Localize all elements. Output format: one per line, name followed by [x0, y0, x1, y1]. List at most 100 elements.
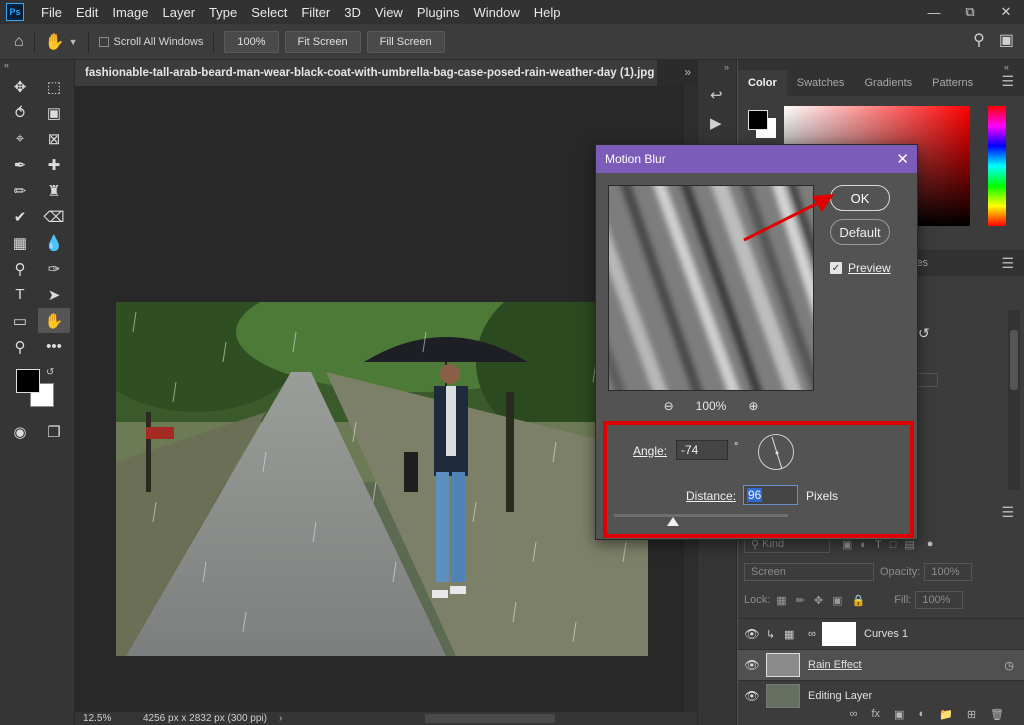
- close-window-icon[interactable]: ✕: [988, 0, 1024, 24]
- panel-menu-icon[interactable]: ☰: [1001, 504, 1014, 521]
- zoom-level[interactable]: 12.5%: [75, 713, 125, 724]
- horizontal-scrollbar[interactable]: [425, 714, 555, 723]
- menu-type[interactable]: Type: [202, 5, 244, 20]
- layer-name[interactable]: Curves 1: [864, 628, 908, 640]
- clone-stamp-tool-icon[interactable]: ♜: [38, 178, 70, 203]
- filter-preview[interactable]: [608, 185, 814, 391]
- preview-checkbox[interactable]: ✓ Preview: [830, 261, 891, 275]
- type-tool-icon[interactable]: T: [4, 282, 36, 307]
- chevron-down-icon[interactable]: ▼: [69, 37, 78, 47]
- document-tab[interactable]: fashionable-tall-arab-beard-man-wear-bla…: [75, 60, 657, 86]
- distance-input[interactable]: 96: [743, 485, 798, 505]
- menu-image[interactable]: Image: [105, 5, 155, 20]
- swap-colors-icon[interactable]: ↺: [46, 367, 54, 378]
- zoom-out-icon[interactable]: ⊖: [664, 399, 674, 413]
- more-tools-icon[interactable]: •••: [38, 334, 70, 359]
- dialog-titlebar[interactable]: Motion Blur: [596, 145, 917, 173]
- angle-input[interactable]: -74: [676, 440, 728, 460]
- status-expand-icon[interactable]: ›: [279, 713, 282, 724]
- expand-panels-icon[interactable]: »: [684, 65, 691, 79]
- distance-slider-thumb[interactable]: [667, 517, 679, 526]
- canvas-area[interactable]: [75, 86, 684, 712]
- quick-mask-icon[interactable]: ◉: [4, 419, 36, 444]
- menu-help[interactable]: Help: [527, 5, 568, 20]
- lock-icons[interactable]: ▦✏✥▣🔒: [776, 594, 874, 607]
- hue-slider[interactable]: [988, 106, 1006, 226]
- link-layers-icon[interactable]: ∞: [850, 708, 858, 720]
- properties-field[interactable]: [916, 373, 938, 387]
- menu-window[interactable]: Window: [466, 5, 526, 20]
- fill-input[interactable]: 100%: [915, 591, 964, 609]
- fx-icon[interactable]: fx: [871, 708, 880, 720]
- layer-name[interactable]: Rain Effect: [808, 659, 862, 671]
- filter-toggle-icon[interactable]: ●: [927, 538, 934, 550]
- angle-dial[interactable]: [758, 434, 794, 470]
- distance-slider-track[interactable]: [614, 514, 788, 517]
- marquee-tool-icon[interactable]: ⬚: [38, 74, 70, 99]
- collapse-strip-icon[interactable]: »: [698, 60, 736, 72]
- actions-panel-icon[interactable]: ▶: [698, 104, 736, 132]
- scroll-all-windows-checkbox[interactable]: Scroll All Windows: [98, 36, 203, 48]
- zoom-tool-icon[interactable]: ⚲: [4, 334, 36, 359]
- zoom-100-button[interactable]: 100%: [224, 30, 279, 53]
- healing-brush-tool-icon[interactable]: ✚: [38, 152, 70, 177]
- properties-scroll-thumb[interactable]: [1010, 330, 1018, 390]
- menu-edit[interactable]: Edit: [69, 5, 105, 20]
- reset-icon[interactable]: ↺: [918, 325, 930, 342]
- hand-tool-preset-icon[interactable]: ✋: [45, 32, 65, 52]
- minimize-icon[interactable]: —: [916, 0, 952, 24]
- layer-name[interactable]: Editing Layer: [808, 690, 872, 702]
- history-brush-tool-icon[interactable]: ✔: [4, 204, 36, 229]
- panel-menu-icon[interactable]: ☰: [1001, 73, 1024, 96]
- smart-filter-icon[interactable]: ◷: [1004, 659, 1014, 672]
- home-icon[interactable]: ⌂: [14, 33, 24, 51]
- group-folder-icon[interactable]: 📁: [939, 708, 953, 721]
- panel-menu-icon[interactable]: ☰: [1001, 255, 1014, 272]
- foreground-color-swatch[interactable]: [16, 369, 40, 393]
- fill-screen-button[interactable]: Fill Screen: [366, 30, 445, 53]
- collapse-panels-icon[interactable]: «: [1004, 62, 1009, 72]
- menu-view[interactable]: View: [368, 5, 410, 20]
- eye-icon[interactable]: 👁: [738, 689, 766, 703]
- workspace-icon[interactable]: ▣: [999, 30, 1014, 50]
- frame-tool-icon[interactable]: ⊠: [38, 126, 70, 151]
- adjustment-layer-icon[interactable]: ◐: [918, 708, 925, 720]
- path-selection-tool-icon[interactable]: ➤: [38, 282, 70, 307]
- tab-gradients[interactable]: Gradients: [854, 70, 922, 96]
- eyedropper-tool-icon[interactable]: ✒: [4, 152, 36, 177]
- new-layer-icon[interactable]: ⊞: [967, 708, 976, 721]
- lasso-tool-icon[interactable]: ⥀: [4, 100, 36, 125]
- dodge-tool-icon[interactable]: ⚲: [4, 256, 36, 281]
- rectangle-tool-icon[interactable]: ▭: [4, 308, 36, 333]
- menu-3d[interactable]: 3D: [337, 5, 368, 20]
- move-tool-icon[interactable]: ✥: [4, 74, 36, 99]
- brush-tool-icon[interactable]: ✏: [4, 178, 36, 203]
- menu-layer[interactable]: Layer: [156, 5, 203, 20]
- properties-scrollbar[interactable]: [1008, 310, 1020, 490]
- menu-select[interactable]: Select: [244, 5, 294, 20]
- collapse-toolbar-icon[interactable]: «: [0, 60, 74, 74]
- blur-tool-icon[interactable]: 💧: [38, 230, 70, 255]
- gradient-tool-icon[interactable]: ▦: [4, 230, 36, 255]
- search-icon[interactable]: ⚲: [973, 30, 985, 50]
- layer-row-rain-effect[interactable]: 👁 Rain Effect ◷: [738, 649, 1024, 680]
- ok-button[interactable]: OK: [830, 185, 890, 211]
- tab-swatches[interactable]: Swatches: [787, 70, 855, 96]
- zoom-in-icon[interactable]: ⊕: [748, 399, 758, 413]
- crop-tool-icon[interactable]: ⌖: [4, 126, 36, 151]
- eraser-tool-icon[interactable]: ⌫: [38, 204, 70, 229]
- trash-icon[interactable]: 🗑: [990, 708, 1004, 721]
- eye-icon[interactable]: 👁: [738, 658, 766, 672]
- fit-screen-button[interactable]: Fit Screen: [284, 30, 361, 53]
- restore-icon[interactable]: ⧉: [952, 0, 988, 24]
- history-panel-icon[interactable]: ↩: [698, 72, 736, 104]
- pen-tool-icon[interactable]: ✑: [38, 256, 70, 281]
- blend-mode-dropdown[interactable]: Screen: [744, 563, 874, 581]
- eye-icon[interactable]: 👁: [738, 627, 766, 641]
- opacity-input[interactable]: 100%: [924, 563, 973, 581]
- menu-plugins[interactable]: Plugins: [410, 5, 467, 20]
- menu-file[interactable]: File: [34, 5, 69, 20]
- object-selection-tool-icon[interactable]: ▣: [38, 100, 70, 125]
- layer-row-curves[interactable]: 👁 ↳ ▦ ∞ Curves 1: [738, 618, 1024, 649]
- add-mask-icon[interactable]: ▣: [894, 708, 904, 721]
